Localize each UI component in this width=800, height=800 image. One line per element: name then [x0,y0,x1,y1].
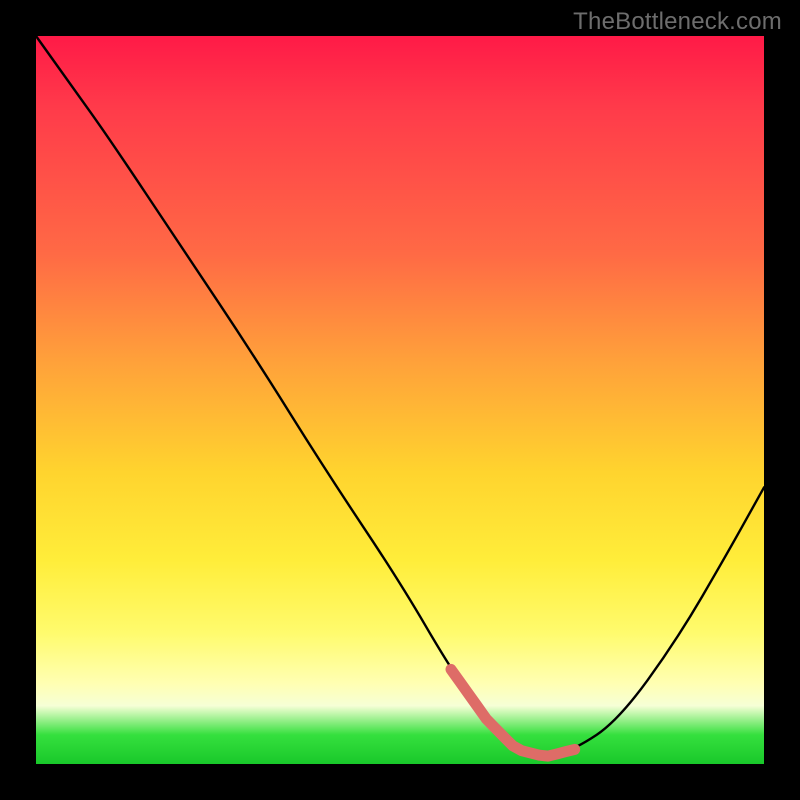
curve-line [36,36,764,755]
watermark-text: TheBottleneck.com [573,8,782,36]
optimal-segment-highlight [451,669,575,756]
chart-svg [36,36,764,764]
chart-frame: TheBottleneck.com [0,0,800,800]
plot-area [36,36,764,764]
